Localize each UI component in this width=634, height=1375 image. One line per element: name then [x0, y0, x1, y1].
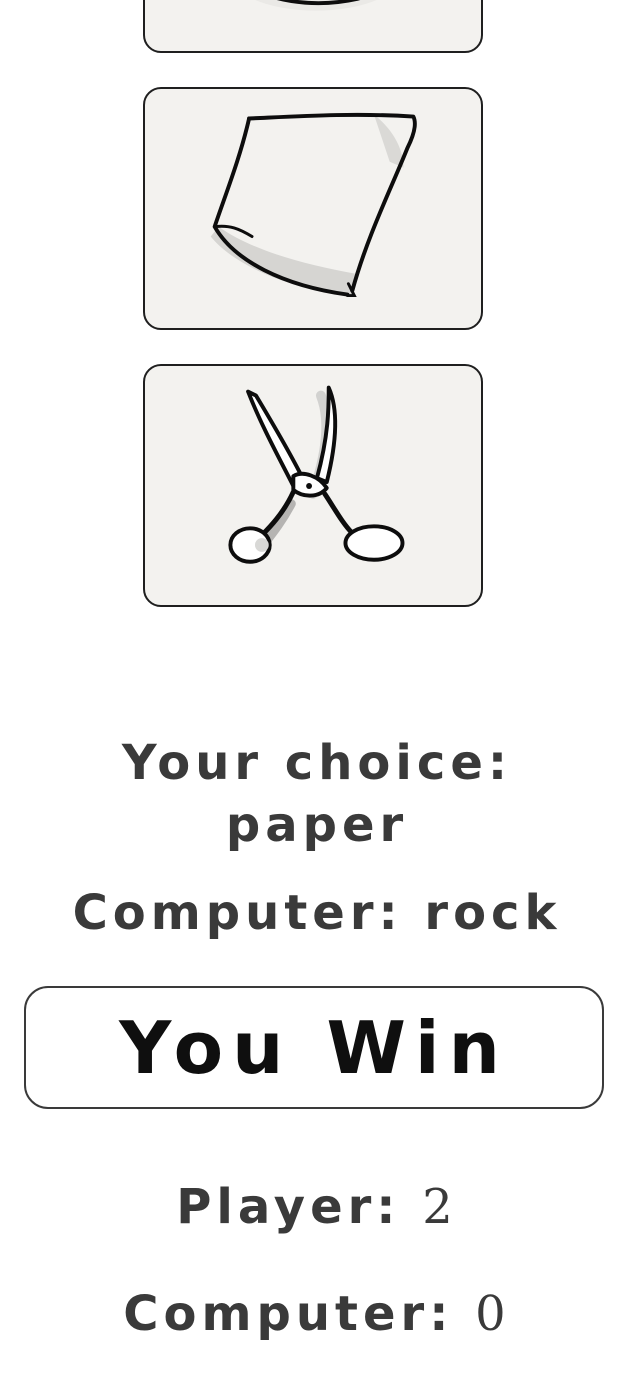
scissors-choice-button[interactable]: [143, 364, 483, 607]
computer-score-label: Computer:: [123, 1286, 454, 1342]
player-score-value: 2: [422, 1179, 458, 1235]
player-score-label: Player:: [176, 1179, 401, 1235]
paper-choice-button[interactable]: [143, 87, 483, 330]
computer-choice-value: rock: [424, 885, 562, 941]
computer-score: Computer: 0: [0, 1283, 634, 1345]
scissors-drawing-icon: [228, 385, 405, 564]
computer-choice-text: Computer: rock: [0, 882, 634, 944]
result-box: You Win: [24, 986, 604, 1109]
player-score: Player: 2: [0, 1176, 634, 1238]
your-choice-value: paper: [225, 797, 409, 853]
result-text: You Win: [119, 1005, 509, 1090]
paper-drawing-icon: [210, 112, 417, 298]
computer-choice-label: Computer:: [72, 885, 403, 941]
rock-choice-button[interactable]: [143, 0, 483, 53]
your-choice-text: Your choice: paper: [0, 732, 634, 856]
your-choice-label: Your choice:: [121, 735, 513, 791]
rock-drawing-icon: [255, 0, 377, 11]
computer-score-value: 0: [475, 1286, 511, 1342]
